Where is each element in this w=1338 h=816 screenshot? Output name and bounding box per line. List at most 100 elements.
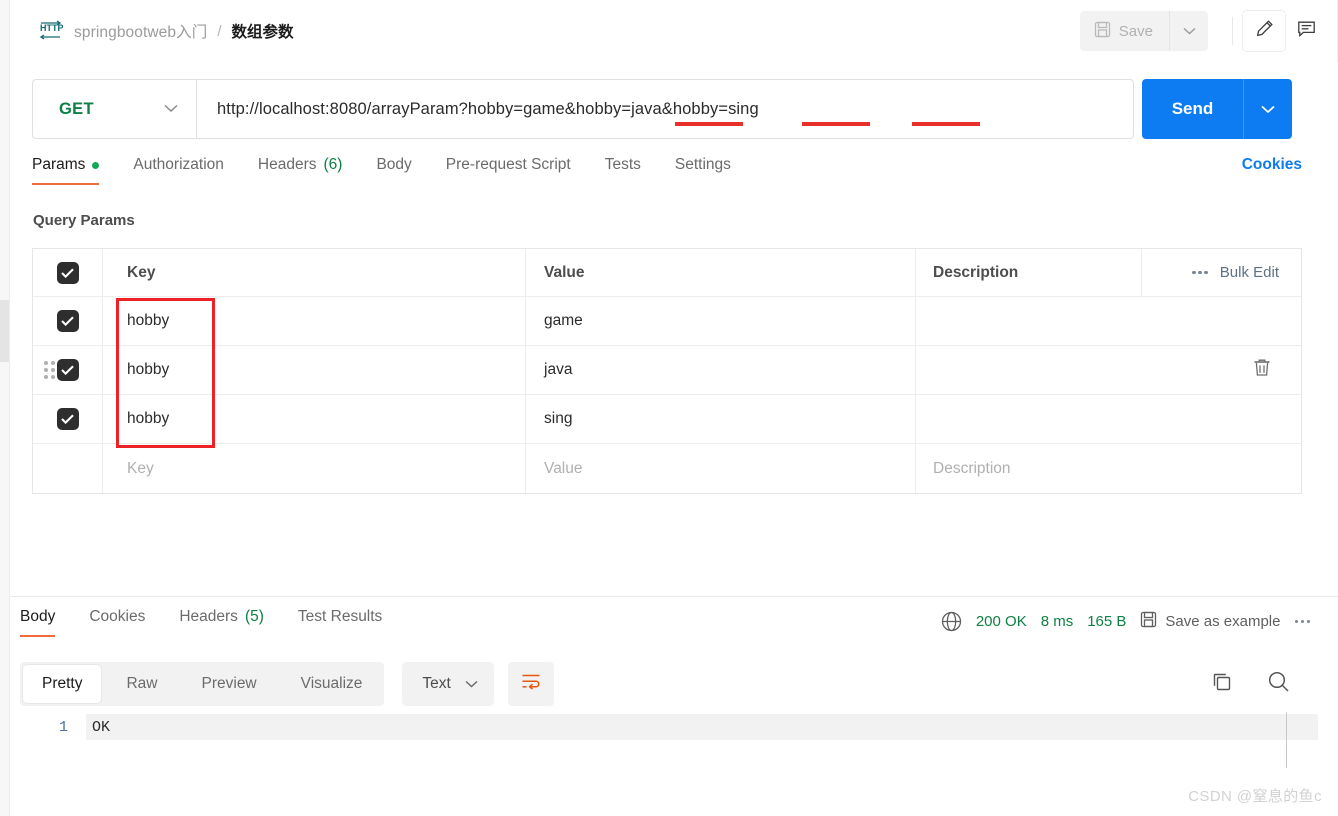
copy-button[interactable] [1211,671,1233,698]
breadcrumb-separator: / [217,22,222,40]
row-checkbox[interactable] [56,310,79,332]
tab-body-label: Body [376,156,412,173]
table-row[interactable]: hobby sing [33,395,1301,444]
send-options-button[interactable] [1244,105,1292,114]
table-row[interactable]: hobby java [33,346,1301,395]
response-tabs: Body Cookies Headers (5) Test Results [20,608,840,646]
left-rail-scroll-thumb[interactable] [0,300,9,362]
response-more-options-button[interactable] [1294,619,1310,624]
tab-headers-label: Headers [257,156,317,173]
row-value[interactable]: game [526,297,916,345]
header-divider [1232,17,1233,45]
row-description[interactable] [916,297,1301,345]
send-button[interactable]: Send [1142,99,1243,119]
row-value[interactable]: java [526,346,916,394]
save-as-example-label: Save as example [1165,613,1281,630]
comment-button[interactable] [1285,11,1327,51]
annotation-underline-3 [912,122,980,126]
tab-authorization[interactable]: Authorization [133,156,223,185]
content-type-label: Text [422,675,451,692]
tab-headers[interactable]: Headers (6) [258,156,343,185]
floppy-icon [1140,611,1157,632]
response-view-mode-group: Pretty Raw Preview Visualize [20,662,385,706]
row-key[interactable]: hobby [103,297,526,345]
delete-row-button[interactable] [1253,358,1271,382]
table-empty-row[interactable]: Key Value Description [33,444,1301,493]
word-wrap-button[interactable] [507,662,554,706]
column-header-description: Description [933,263,1019,281]
params-modified-dot-icon [92,161,100,169]
query-params-table: Key Value Description Bulk Edit hobby ga… [32,248,1302,494]
url-bar: GET http://localhost:8080/arrayParam?hob… [32,79,1134,139]
response-status-bar: 200 OK 8 ms 165 B Save as example [941,611,1310,632]
response-tab-headers[interactable]: Headers (5) [179,608,264,637]
select-all-cell[interactable] [33,249,103,296]
tab-settings-label: Settings [674,156,731,173]
response-tab-test-results-label: Test Results [297,608,383,625]
request-header: HTTP springbootweb入门 / 数组参数 Save [10,0,1338,62]
ellipsis-icon[interactable] [1192,270,1208,275]
column-header-key: Key [103,249,526,296]
save-button[interactable]: Save [1080,11,1170,51]
breadcrumb-current-request[interactable]: 数组参数 [232,20,294,42]
content-type-selector[interactable]: Text [402,662,494,706]
query-params-title: Query Params [33,212,135,229]
tab-params[interactable]: Params [32,156,100,185]
view-mode-pretty[interactable]: Pretty [23,665,102,703]
row-value[interactable]: sing [526,395,916,443]
tab-headers-count: (6) [323,156,343,173]
row-select-cell[interactable] [33,346,103,394]
svg-text:HTTP: HTTP [40,23,63,33]
row-key[interactable]: hobby [103,395,526,443]
edit-request-button[interactable] [1243,11,1285,51]
method-selector[interactable]: GET [32,79,196,139]
response-divider [10,596,1338,597]
save-options-button[interactable] [1170,11,1208,51]
row-description[interactable] [916,395,1301,443]
tab-pre-request-script[interactable]: Pre-request Script [446,156,571,185]
status-code: 200 OK [975,613,1027,630]
breadcrumb-folder[interactable]: springbootweb入门 [74,20,207,42]
empty-row-key-input[interactable]: Key [103,444,526,493]
select-all-checkbox[interactable] [56,261,79,284]
row-select-cell[interactable] [33,395,103,443]
annotation-underline-1 [675,122,743,126]
cookies-link[interactable]: Cookies [1242,156,1302,174]
response-toolbar: Pretty Raw Preview Visualize Text [20,662,1318,706]
drag-handle-icon[interactable] [44,361,55,379]
response-tab-body-label: Body [20,608,56,625]
response-size: 165 B [1087,613,1127,630]
row-select-cell[interactable] [33,297,103,345]
empty-row-select-cell [33,444,103,493]
column-header-value: Value [526,249,916,296]
search-button[interactable] [1267,670,1290,698]
comment-icon [1297,20,1316,43]
response-tab-cookies[interactable]: Cookies [89,608,145,637]
table-row[interactable]: hobby game [33,297,1301,346]
row-key[interactable]: hobby [103,346,526,394]
line-content: OK [86,714,1318,740]
view-mode-raw[interactable]: Raw [104,662,179,706]
line-number: 1 [58,718,68,736]
tab-tests[interactable]: Tests [605,156,641,185]
method-label: GET [59,99,94,118]
chevron-down-icon [465,675,478,693]
empty-row-description-input[interactable]: Description [916,444,1301,493]
response-tab-headers-count: (5) [244,608,264,625]
row-checkbox[interactable] [56,408,79,430]
empty-row-value-input[interactable]: Value [526,444,916,493]
response-tab-body[interactable]: Body [20,608,56,637]
row-checkbox[interactable] [56,359,79,381]
response-actions [1211,670,1318,698]
url-input[interactable]: http://localhost:8080/arrayParam?hobby=g… [196,79,1134,139]
save-as-example-button[interactable]: Save as example [1140,611,1281,632]
view-mode-preview[interactable]: Preview [180,662,279,706]
row-description[interactable] [916,346,1301,394]
response-body-viewer[interactable]: 1 OK [20,712,1318,782]
response-tab-test-results[interactable]: Test Results [298,608,382,637]
bulk-edit-button[interactable]: Bulk Edit [1220,264,1279,281]
tab-body[interactable]: Body [376,156,411,185]
response-time: 8 ms [1040,613,1074,630]
tab-settings[interactable]: Settings [675,156,731,185]
view-mode-visualize[interactable]: Visualize [279,662,385,706]
